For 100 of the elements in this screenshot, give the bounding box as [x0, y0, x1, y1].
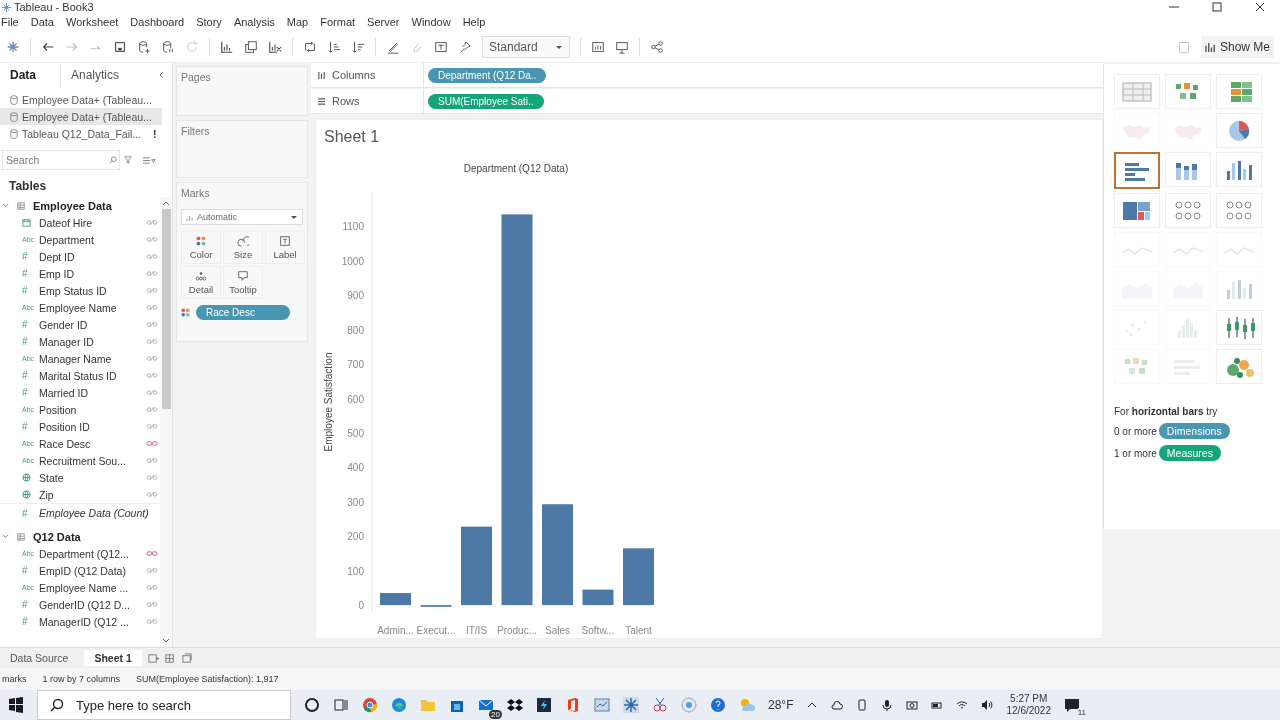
task-view-icon[interactable]	[333, 697, 349, 713]
menu-item[interactable]: Format	[314, 16, 362, 28]
cortana-icon[interactable]	[304, 697, 320, 713]
search-field[interactable]: Search	[2, 150, 120, 170]
snipping-icon[interactable]	[652, 697, 668, 713]
broken-link-icon[interactable]	[146, 355, 158, 362]
camera-icon[interactable]	[906, 699, 919, 711]
menu-item[interactable]: Server	[361, 16, 406, 28]
broken-link-icon[interactable]	[146, 287, 158, 294]
clear-sheet-icon[interactable]	[268, 40, 282, 54]
sheet-tab[interactable]: Data Source	[0, 650, 79, 666]
field-name[interactable]: Employee Data (Count)	[39, 507, 160, 519]
broken-link-icon[interactable]	[146, 406, 158, 413]
broken-link-icon[interactable]	[146, 270, 158, 277]
bar[interactable]	[380, 593, 411, 606]
view-options-icon[interactable]	[142, 155, 156, 165]
broken-link-icon[interactable]	[146, 474, 158, 481]
taskbar-search-input[interactable]: Type here to search	[74, 696, 278, 714]
link-icon[interactable]	[146, 550, 158, 557]
pen-icon[interactable]	[386, 40, 400, 54]
search-icon[interactable]	[50, 698, 64, 712]
link-icon[interactable]	[146, 440, 158, 447]
pin-icon[interactable]	[458, 40, 472, 54]
chart-type-thumbnail[interactable]	[1114, 152, 1160, 189]
menu-item[interactable]: Data	[24, 16, 60, 28]
table-name[interactable]: Q12 Data	[33, 530, 81, 543]
field-name[interactable]: State	[39, 471, 143, 484]
menu-item[interactable]: Dashboard	[124, 16, 191, 28]
pause-data-icon[interactable]	[161, 40, 175, 54]
field-name[interactable]: Race Desc	[39, 437, 143, 450]
field-name[interactable]: Position ID	[39, 420, 143, 433]
bar[interactable]	[582, 589, 614, 606]
sort-descending-icon[interactable]	[351, 40, 365, 54]
share-icon[interactable]	[650, 40, 664, 54]
duplicate-icon[interactable]	[244, 40, 258, 54]
mark-type-dropdown[interactable]: Automatic	[181, 209, 303, 225]
weather-icon[interactable]	[739, 697, 755, 713]
broken-link-icon[interactable]	[146, 372, 158, 379]
broken-link-icon[interactable]	[146, 321, 158, 328]
broken-link-icon[interactable]	[146, 219, 158, 226]
field-name[interactable]: Dept ID	[39, 250, 143, 263]
menu-item[interactable]: Map	[280, 16, 315, 28]
maximize-icon[interactable]	[1212, 2, 1222, 12]
field-name[interactable]: Department	[39, 233, 143, 246]
new-worksheet-icon[interactable]	[147, 652, 159, 664]
back-arrow-icon[interactable]	[41, 40, 55, 54]
collapse-icon[interactable]	[158, 71, 166, 79]
field-name[interactable]: Zip	[39, 488, 143, 501]
volume-icon[interactable]	[981, 699, 994, 711]
mark-card[interactable]: Detail	[181, 266, 221, 299]
notification-icon[interactable]	[1064, 697, 1080, 713]
window-app-icon[interactable]	[594, 697, 610, 713]
chart-type-icon[interactable]	[591, 40, 605, 54]
windows-start-icon[interactable]	[8, 697, 24, 713]
field-name[interactable]: ManagerID (Q12 ...	[39, 615, 143, 628]
field-name[interactable]: Employee Name ...	[39, 581, 143, 594]
sort-ascending-icon[interactable]	[327, 40, 341, 54]
field-name[interactable]: Manager Name	[39, 352, 143, 365]
battery-icon[interactable]	[931, 699, 944, 711]
mark-card[interactable]: Color	[181, 231, 221, 264]
help-icon[interactable]	[710, 697, 726, 713]
record-icon[interactable]	[681, 697, 697, 713]
field-name[interactable]: Emp ID	[39, 267, 143, 280]
edge-icon[interactable]	[391, 697, 407, 713]
bar[interactable]	[461, 526, 492, 606]
tableau-icon[interactable]	[6, 40, 20, 54]
lightning-app-icon[interactable]	[536, 697, 552, 713]
close-icon[interactable]	[1255, 2, 1265, 12]
menu-item[interactable]: Help	[456, 16, 492, 28]
field-name[interactable]: GenderID (Q12 D...	[39, 598, 143, 611]
clipboard-icon[interactable]	[1176, 40, 1191, 54]
office-icon[interactable]	[565, 697, 581, 713]
filter-icon[interactable]	[124, 156, 132, 164]
menu-item[interactable]: Analysis	[227, 16, 281, 28]
show-me-button[interactable]: Show Me	[1200, 36, 1274, 58]
broken-link-icon[interactable]	[146, 601, 158, 608]
mail-icon[interactable]	[478, 697, 494, 713]
tableau-icon[interactable]	[623, 697, 639, 713]
menu-item[interactable]: Story	[190, 16, 228, 28]
broken-link-icon[interactable]	[146, 567, 158, 574]
broken-link-icon[interactable]	[146, 457, 158, 464]
microphone-icon[interactable]	[881, 699, 894, 711]
save-icon[interactable]	[113, 40, 127, 54]
broken-link-icon[interactable]	[146, 236, 158, 243]
scroll-down-icon[interactable]	[162, 638, 170, 644]
expand-caret-icon[interactable]	[2, 202, 9, 209]
presentation-icon[interactable]	[615, 40, 629, 54]
scroll-up-icon[interactable]	[162, 200, 170, 206]
broken-link-icon[interactable]	[146, 423, 158, 430]
broken-link-icon[interactable]	[146, 338, 158, 345]
field-name[interactable]: Employee Name	[39, 301, 143, 314]
field-name[interactable]: Department (Q12...	[39, 547, 143, 560]
fit-dropdown[interactable]: Standard	[482, 36, 570, 58]
pane-tab[interactable]: Analytics	[61, 64, 130, 86]
bar[interactable]	[501, 214, 533, 606]
field-name[interactable]: Dateof Hire	[39, 216, 143, 229]
field-name[interactable]: Emp Status ID	[39, 284, 143, 297]
temperature[interactable]: 28°F	[768, 698, 794, 712]
phone-icon[interactable]	[856, 699, 869, 711]
taskbar-clock[interactable]: 5:27 PM 12/6/2022	[1006, 693, 1051, 717]
